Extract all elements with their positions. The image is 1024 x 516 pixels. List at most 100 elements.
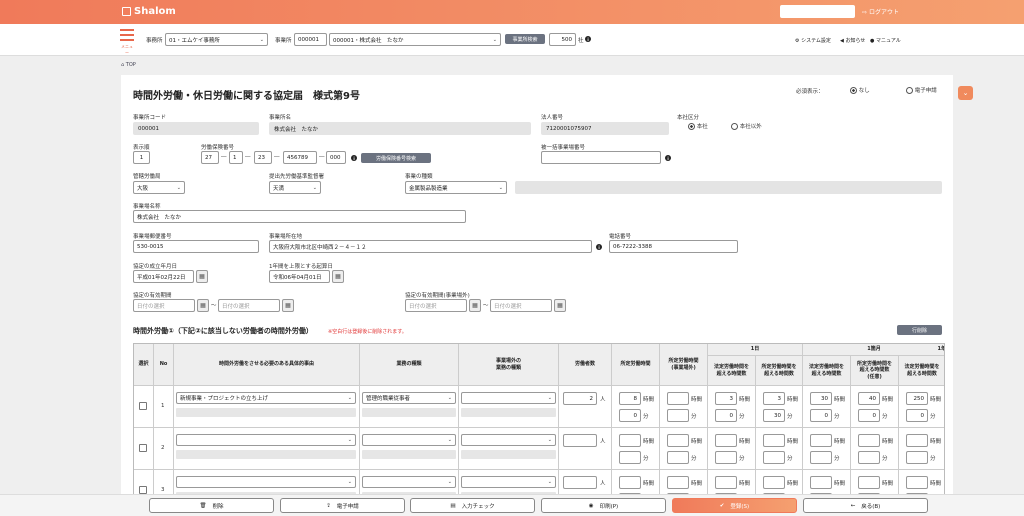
minutes-input[interactable]: 0 bbox=[715, 409, 737, 422]
menu-button[interactable]: メニュー bbox=[120, 29, 134, 56]
hours-input[interactable] bbox=[667, 476, 689, 489]
e-apply-button[interactable]: ⇪ 電子申請 bbox=[280, 498, 405, 513]
workers-input[interactable]: 2 bbox=[563, 392, 597, 405]
row-select-checkbox[interactable] bbox=[139, 402, 147, 410]
input-check-button[interactable]: ▤ 入力チェック bbox=[410, 498, 535, 513]
row-select-checkbox[interactable] bbox=[139, 486, 147, 494]
info-icon[interactable]: i bbox=[665, 155, 671, 161]
non-hq-radio[interactable]: 本社以外 bbox=[731, 122, 762, 130]
job-select[interactable]: 管理的職業従事者 ⌄ bbox=[362, 392, 456, 404]
order-input[interactable]: 1 bbox=[133, 151, 150, 164]
breadcrumb[interactable]: ⌂ TOP bbox=[121, 62, 136, 68]
calendar-icon[interactable]: ▦ bbox=[469, 299, 481, 312]
ins-input-5[interactable]: 000 bbox=[326, 151, 346, 164]
period-to-input[interactable]: 日付の選択 bbox=[218, 299, 280, 312]
hours-input[interactable] bbox=[715, 476, 737, 489]
minutes-input[interactable] bbox=[667, 451, 689, 464]
bulk-input[interactable] bbox=[541, 151, 661, 164]
hours-input[interactable]: 8 bbox=[619, 392, 641, 405]
hours-input[interactable] bbox=[906, 434, 928, 447]
reason-select[interactable]: 新規事業・プロジェクトの立ち上げ ⌄ bbox=[176, 392, 356, 404]
hours-input[interactable]: 40 bbox=[858, 392, 880, 405]
info-icon[interactable]: i bbox=[585, 36, 591, 42]
pref-select[interactable]: 大阪 ⌄ bbox=[133, 181, 185, 194]
print-button[interactable]: ◉ 印刷(P) bbox=[541, 498, 666, 513]
calendar-icon[interactable]: ▦ bbox=[282, 299, 294, 312]
ext-job-select[interactable]: ⌄ bbox=[461, 392, 556, 404]
system-settings-link[interactable]: ⚙ システム設定 bbox=[795, 37, 831, 44]
hours-input[interactable] bbox=[619, 476, 641, 489]
reason-select[interactable]: ⌄ bbox=[176, 434, 356, 446]
minutes-input[interactable] bbox=[667, 409, 689, 422]
ins-search-button[interactable]: 労働保険番号検索 bbox=[361, 153, 431, 163]
office-select[interactable]: 01・エムケイ事務所 ⌄ bbox=[165, 33, 268, 46]
hours-input[interactable]: 30 bbox=[810, 392, 832, 405]
manual-link[interactable]: ● マニュアル bbox=[870, 37, 901, 44]
minutes-input[interactable]: 30 bbox=[763, 409, 785, 422]
notice-link[interactable]: ◀ お知らせ bbox=[840, 37, 865, 44]
count-input[interactable]: 500 bbox=[549, 33, 576, 46]
hours-input[interactable] bbox=[810, 434, 832, 447]
site-search-button[interactable]: 事業所検索 bbox=[505, 34, 545, 44]
calendar-icon[interactable]: ▦ bbox=[554, 299, 566, 312]
minutes-input[interactable] bbox=[810, 451, 832, 464]
ext-job-select[interactable]: ⌄ bbox=[461, 434, 556, 446]
calendar-icon[interactable]: ▦ bbox=[197, 299, 209, 312]
hours-input[interactable]: 3 bbox=[763, 392, 785, 405]
tel-input[interactable]: 06-7222-3388 bbox=[609, 240, 738, 253]
minutes-input[interactable] bbox=[715, 451, 737, 464]
required-none-radio[interactable]: なし bbox=[850, 86, 870, 94]
hours-input[interactable] bbox=[763, 434, 785, 447]
app-logo[interactable]: Shalom bbox=[122, 6, 176, 17]
hours-input[interactable]: 250 bbox=[906, 392, 928, 405]
hq-radio[interactable]: 本社 bbox=[688, 122, 708, 130]
site-select[interactable]: 000001・株式会社 たなか ⌄ bbox=[329, 33, 501, 46]
job-select[interactable]: ⌄ bbox=[362, 434, 456, 446]
workers-input[interactable] bbox=[563, 476, 597, 489]
start-date-input[interactable]: 令和06年04月01日 bbox=[269, 270, 330, 283]
hours-input[interactable] bbox=[858, 476, 880, 489]
register-button[interactable]: ✔ 登録(S) bbox=[672, 498, 797, 513]
biz-select[interactable]: 金属製品製造業 ⌄ bbox=[405, 181, 507, 194]
place-input[interactable]: 株式会社 たなか bbox=[133, 210, 466, 223]
site-code-input[interactable]: 000001 bbox=[294, 33, 327, 46]
minutes-input[interactable]: 0 bbox=[858, 409, 880, 422]
hours-input[interactable] bbox=[858, 434, 880, 447]
reason-select[interactable]: ⌄ bbox=[176, 476, 356, 488]
hours-input[interactable] bbox=[715, 434, 737, 447]
minutes-input[interactable] bbox=[906, 451, 928, 464]
hours-input[interactable] bbox=[667, 392, 689, 405]
info-icon[interactable]: i bbox=[351, 155, 357, 161]
row-select-checkbox[interactable] bbox=[139, 444, 147, 452]
back-button[interactable]: ← 戻る(B) bbox=[803, 498, 928, 513]
required-e-apply-radio[interactable]: 電子申請 bbox=[906, 86, 937, 94]
ins-input-3[interactable]: 23 bbox=[254, 151, 272, 164]
period-ext-to-input[interactable]: 日付の選択 bbox=[490, 299, 552, 312]
hours-input[interactable] bbox=[763, 476, 785, 489]
ins-input-4[interactable]: 456789 bbox=[283, 151, 317, 164]
period-ext-from-input[interactable]: 日付の選択 bbox=[405, 299, 467, 312]
row-delete-button[interactable]: 行削除 bbox=[897, 325, 942, 335]
logout-link[interactable]: ⇨ ログアウト bbox=[862, 7, 899, 16]
hours-input[interactable]: 3 bbox=[715, 392, 737, 405]
agreement-date-input[interactable]: 平成01年02月22日 bbox=[133, 270, 194, 283]
info-icon[interactable]: i bbox=[596, 244, 602, 250]
minutes-input[interactable] bbox=[858, 451, 880, 464]
workers-input[interactable] bbox=[563, 434, 597, 447]
minutes-input[interactable]: 0 bbox=[619, 409, 641, 422]
ext-job-select[interactable]: ⌄ bbox=[461, 476, 556, 488]
ins-input-2[interactable]: 1 bbox=[229, 151, 243, 164]
minutes-input[interactable]: 0 bbox=[810, 409, 832, 422]
hours-input[interactable] bbox=[619, 434, 641, 447]
minutes-input[interactable] bbox=[619, 451, 641, 464]
minutes-input[interactable] bbox=[763, 451, 785, 464]
labor-office-select[interactable]: 天満 ⌄ bbox=[269, 181, 321, 194]
collapse-toggle-icon[interactable]: ⌄ bbox=[958, 86, 973, 100]
hours-input[interactable] bbox=[810, 476, 832, 489]
calendar-icon[interactable]: ▦ bbox=[196, 270, 208, 283]
hours-input[interactable] bbox=[906, 476, 928, 489]
zip-input[interactable]: 530-0015 bbox=[133, 240, 259, 253]
job-select[interactable]: ⌄ bbox=[362, 476, 456, 488]
addr-input[interactable]: 大阪府大阪市北区中崎西２－４－１２ bbox=[269, 240, 592, 253]
ins-input-1[interactable]: 27 bbox=[201, 151, 219, 164]
